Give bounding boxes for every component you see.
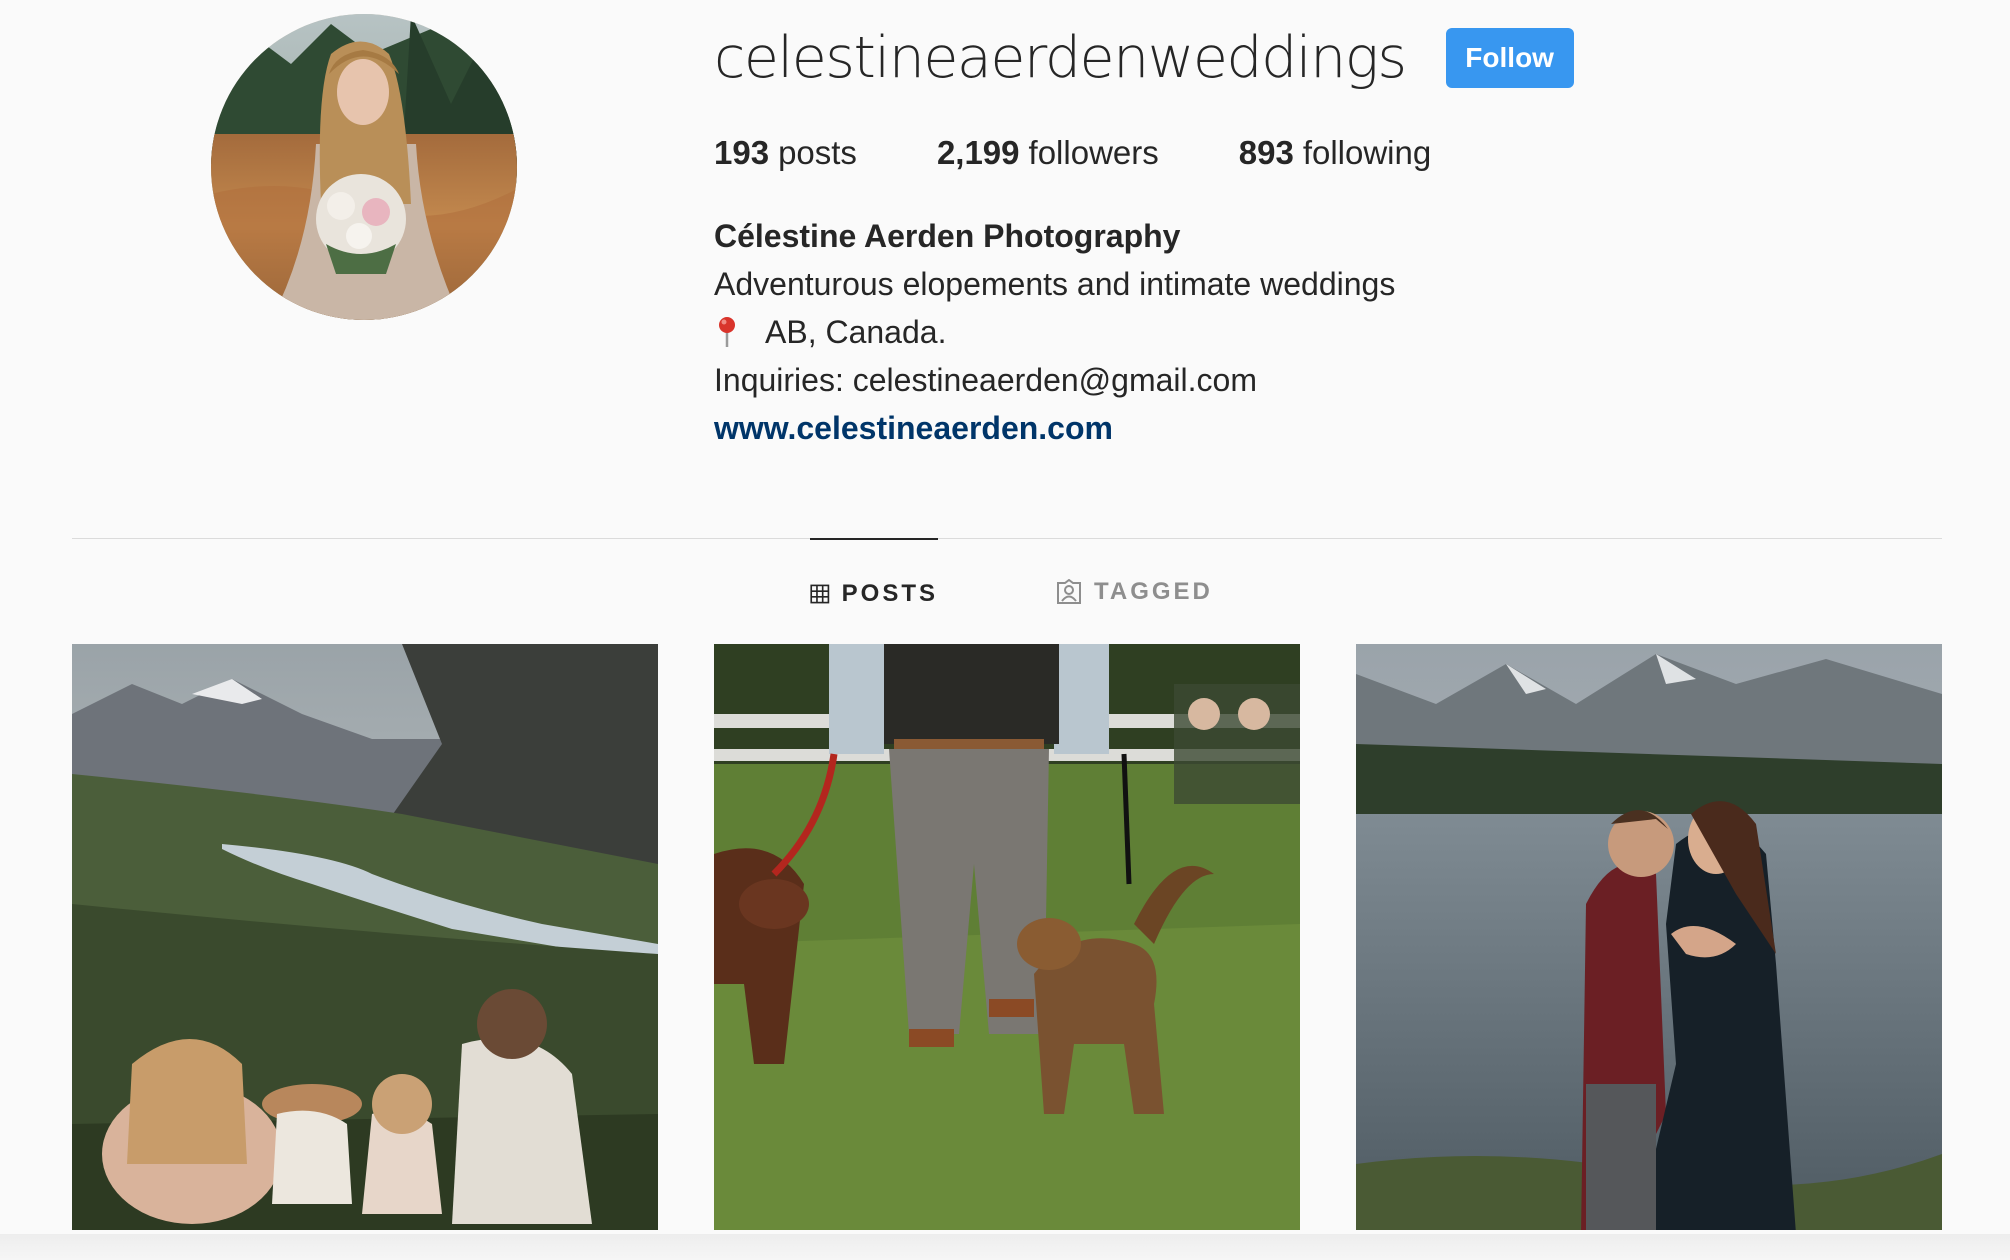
tagged-person-icon <box>1057 579 1081 604</box>
grid-icon <box>810 584 830 604</box>
post-photo-family-valley <box>72 644 658 1230</box>
follow-button[interactable]: Follow <box>1445 28 1574 88</box>
posts-count: 193 <box>714 134 770 171</box>
location-text: AB, Canada. <box>765 314 947 350</box>
following-label: following <box>1302 134 1432 171</box>
posts-label: posts <box>778 134 857 171</box>
post-photo-couple-lake <box>1356 644 1942 1230</box>
website-link[interactable]: www.celestineaerden.com <box>714 410 1113 446</box>
post-thumbnail[interactable] <box>72 644 658 1230</box>
followers-count: 2,199 <box>936 134 1020 171</box>
username: celestineaerdenweddings <box>714 25 1407 91</box>
tabs-divider <box>72 538 1942 539</box>
bottom-scroll-shade <box>0 1234 2010 1260</box>
tab-tagged-label: TAGGED <box>1094 578 1213 605</box>
profile-avatar[interactable] <box>211 14 517 320</box>
posts-stat: 193 posts <box>714 134 857 172</box>
following-stat[interactable]: 893 following <box>1239 134 1431 172</box>
profile-stats: 193 posts 2,199 followers 893 following <box>714 128 1431 178</box>
post-photo-dogs-aisle <box>714 644 1300 1230</box>
avatar-photo <box>211 14 517 320</box>
tab-tagged[interactable]: TAGGED <box>1056 538 1213 646</box>
followers-stat[interactable]: 2,199 followers <box>937 134 1159 172</box>
bio-tagline: Adventurous elopements and intimate wedd… <box>714 266 1396 302</box>
post-thumbnail[interactable] <box>1356 644 1942 1230</box>
round-pushpin-icon <box>719 317 735 347</box>
bio-inquiries: Inquiries: celestineaerden@gmail.com <box>714 362 1257 398</box>
profile-bio: Célestine Aerden Photography Adventurous… <box>714 212 1395 452</box>
full-name: Célestine Aerden Photography <box>714 218 1181 254</box>
following-count: 893 <box>1238 134 1294 171</box>
username-row: celestineaerdenweddings Follow <box>714 18 1574 98</box>
tab-posts-label: POSTS <box>841 580 938 607</box>
bio-location: AB, Canada. <box>714 308 1395 356</box>
tab-posts[interactable]: POSTS <box>810 538 938 648</box>
followers-label: followers <box>1028 134 1159 171</box>
post-thumbnail[interactable] <box>714 644 1300 1230</box>
